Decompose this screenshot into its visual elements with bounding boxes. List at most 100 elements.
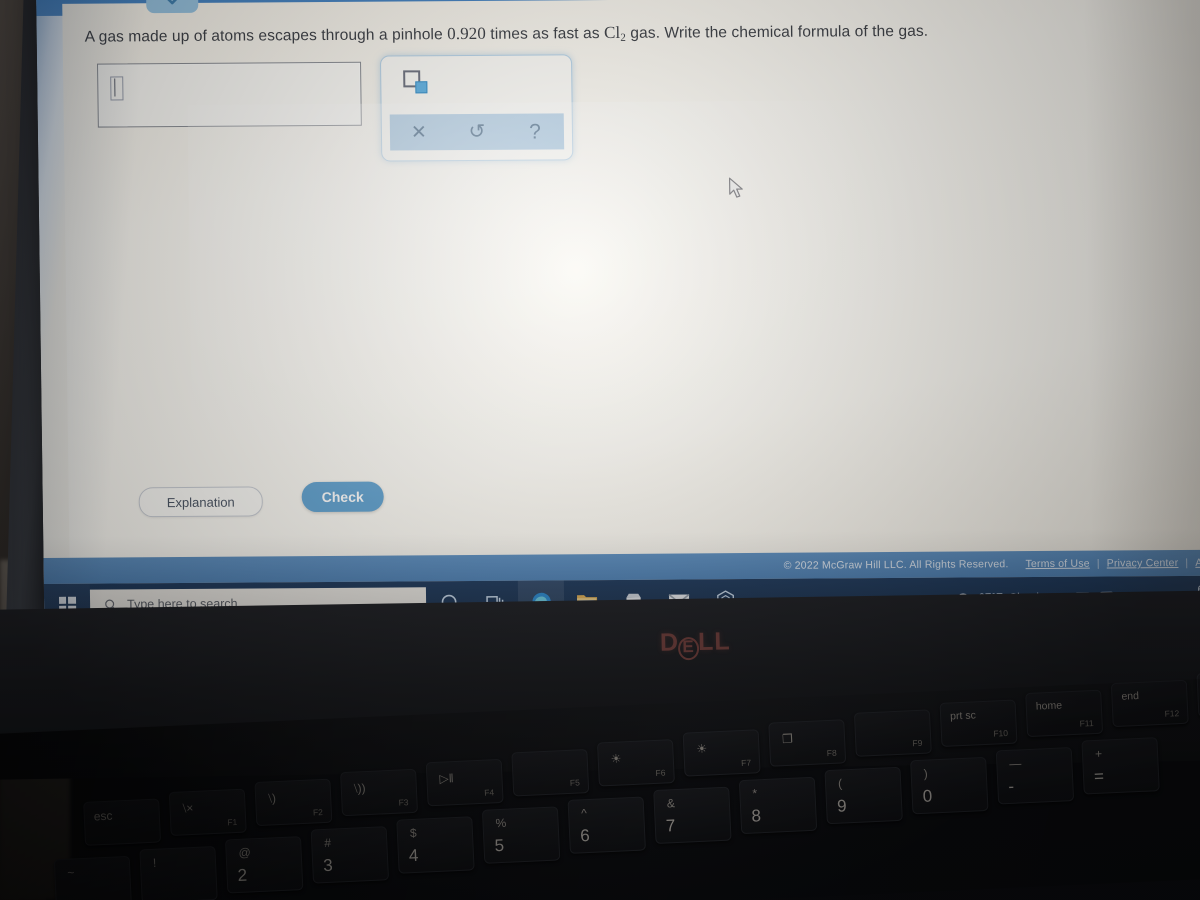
key-3-label: 3 — [322, 855, 334, 876]
key-equals[interactable]: + = — [1081, 737, 1160, 795]
key-5[interactable]: % 5 — [481, 806, 561, 864]
question-rate-value: 0.920 — [447, 23, 487, 44]
help-button[interactable]: ? — [506, 120, 564, 143]
key-f11-label: F11 — [1079, 718, 1094, 729]
key-6-label: 6 — [579, 826, 591, 846]
volume-up-icon: ⧵)) — [353, 781, 366, 796]
key-exclaim-label: ! — [152, 855, 157, 870]
laptop-screen: A gas made up of atoms escapes through a… — [36, 0, 1200, 626]
key-7[interactable]: & 7 — [653, 786, 732, 845]
key-f4[interactable]: ▷‖ F4 — [425, 758, 504, 807]
subscript-index-square — [415, 81, 428, 94]
accessibility-link[interactable]: Accessibility — [1195, 556, 1200, 568]
explanation-button[interactable]: Explanation — [138, 486, 263, 518]
answer-input[interactable] — [97, 61, 362, 128]
key-9-label: 9 — [836, 796, 848, 816]
key-rparen-label: ) — [923, 766, 929, 781]
key-f10-label: F10 — [993, 727, 1009, 739]
answer-placeholder-box — [110, 76, 124, 101]
key-0-label: 0 — [922, 786, 933, 806]
chevron-down-icon — [163, 0, 181, 4]
key-f5[interactable]: F5 — [511, 749, 590, 797]
key-home-label: home — [1035, 699, 1063, 713]
math-input-palette: ✕ ↺ ? — [379, 54, 574, 162]
brightness-up-icon: ☀ — [696, 741, 708, 757]
key-caret-label: ^ — [580, 806, 588, 821]
key-lparen-label: ( — [837, 776, 843, 791]
palette-tool-row — [381, 55, 572, 106]
key-f2-label: F2 — [312, 807, 324, 818]
key-ampersand-label: & — [666, 796, 676, 811]
key-8[interactable]: * 8 — [738, 776, 818, 835]
key-9[interactable]: ( 9 — [824, 766, 903, 825]
key-f1-label: F1 — [227, 816, 238, 828]
screenshot-root: A gas made up of atoms escapes through a… — [0, 0, 1200, 900]
question-actions: Explanation Check — [138, 481, 460, 529]
footer-separator-2: | — [1185, 556, 1189, 569]
collapse-panel-tab[interactable] — [145, 0, 199, 14]
key-f1[interactable]: ⧵× F1 — [168, 788, 247, 836]
key-end-label: end — [1121, 689, 1140, 703]
copyright-text: © 2022 McGraw Hill LLC. All Rights Reser… — [783, 558, 1009, 572]
mouse-cursor-icon — [728, 177, 743, 198]
key-minus[interactable]: — - — [995, 747, 1075, 805]
subscript-icon[interactable] — [403, 70, 429, 94]
key-f8-label: F8 — [826, 747, 837, 759]
privacy-center-link[interactable]: Privacy Center — [1107, 557, 1179, 569]
key-f7-label: F7 — [740, 757, 752, 769]
terms-of-use-link[interactable]: Terms of Use — [1025, 558, 1089, 570]
key-f12[interactable]: end F12 — [1110, 679, 1189, 728]
key-equals-label: = — [1093, 766, 1105, 787]
key-f4-label: F4 — [483, 787, 495, 798]
key-percent-label: % — [495, 815, 507, 831]
key-f6[interactable]: ☀ F6 — [596, 739, 675, 787]
key-dollar-label: $ — [409, 825, 417, 841]
key-6[interactable]: ^ 6 — [567, 796, 646, 854]
key-esc[interactable]: esc — [83, 798, 162, 846]
key-prtsc-label: prt sc — [949, 709, 977, 723]
key-f9-label: F9 — [912, 737, 923, 749]
check-button[interactable]: Check — [301, 481, 384, 513]
key-3[interactable]: # 3 — [310, 826, 390, 884]
play-pause-icon: ▷‖ — [439, 771, 454, 786]
question-part-1: A gas made up of atoms escapes through a… — [84, 26, 443, 46]
key-4-label: 4 — [408, 845, 419, 866]
key-f12-label: F12 — [1164, 708, 1180, 719]
key-f6-label: F6 — [655, 767, 666, 778]
key-esc-label: esc — [93, 808, 113, 824]
display-switch-icon: ❐ — [781, 731, 794, 747]
question-part-2: times as fast as — [490, 25, 600, 43]
question-formula: Cl2 — [603, 22, 627, 44]
key-2-label: 2 — [237, 865, 248, 885]
key-f7[interactable]: ☀ F7 — [682, 729, 761, 777]
key-5-label: 5 — [494, 835, 505, 856]
key-minus-label: - — [1007, 776, 1015, 796]
footer-separator-1: | — [1096, 557, 1100, 570]
key-f2[interactable]: ⧵) F2 — [254, 778, 333, 827]
key-underscore-label: — — [1009, 756, 1022, 771]
key-insert[interactable]: insert — [1196, 669, 1200, 718]
key-f8[interactable]: ❐ F8 — [768, 719, 847, 767]
key-2[interactable]: @ 2 — [225, 836, 304, 894]
key-8-label: 8 — [751, 806, 762, 826]
clear-button[interactable]: ✕ — [390, 122, 448, 143]
key-1[interactable]: ! — [139, 845, 218, 900]
undo-button[interactable]: ↺ — [448, 121, 506, 143]
key-f10[interactable]: prt sc F10 — [939, 699, 1018, 747]
key-f9[interactable]: F9 — [853, 709, 932, 757]
key-0[interactable]: ) 0 — [910, 756, 989, 815]
key-4[interactable]: $ 4 — [396, 816, 475, 874]
key-f3[interactable]: ⧵)) F3 — [340, 768, 418, 817]
key-at-label: @ — [238, 845, 252, 860]
key-tilde-label: ~ — [67, 865, 75, 880]
key-f5-label: F5 — [569, 777, 581, 788]
key-backtick[interactable]: ~ — [53, 855, 133, 900]
mute-icon: ⧵× — [182, 800, 194, 816]
key-asterisk-label: * — [752, 786, 758, 801]
key-f3-label: F3 — [398, 797, 409, 808]
key-f11[interactable]: home F11 — [1025, 689, 1104, 738]
question-part-3: gas. Write the chemical formula of the g… — [630, 22, 929, 42]
brightness-down-icon: ☀ — [610, 751, 622, 766]
volume-down-icon: ⧵) — [267, 791, 277, 806]
key-7-label: 7 — [665, 816, 676, 836]
